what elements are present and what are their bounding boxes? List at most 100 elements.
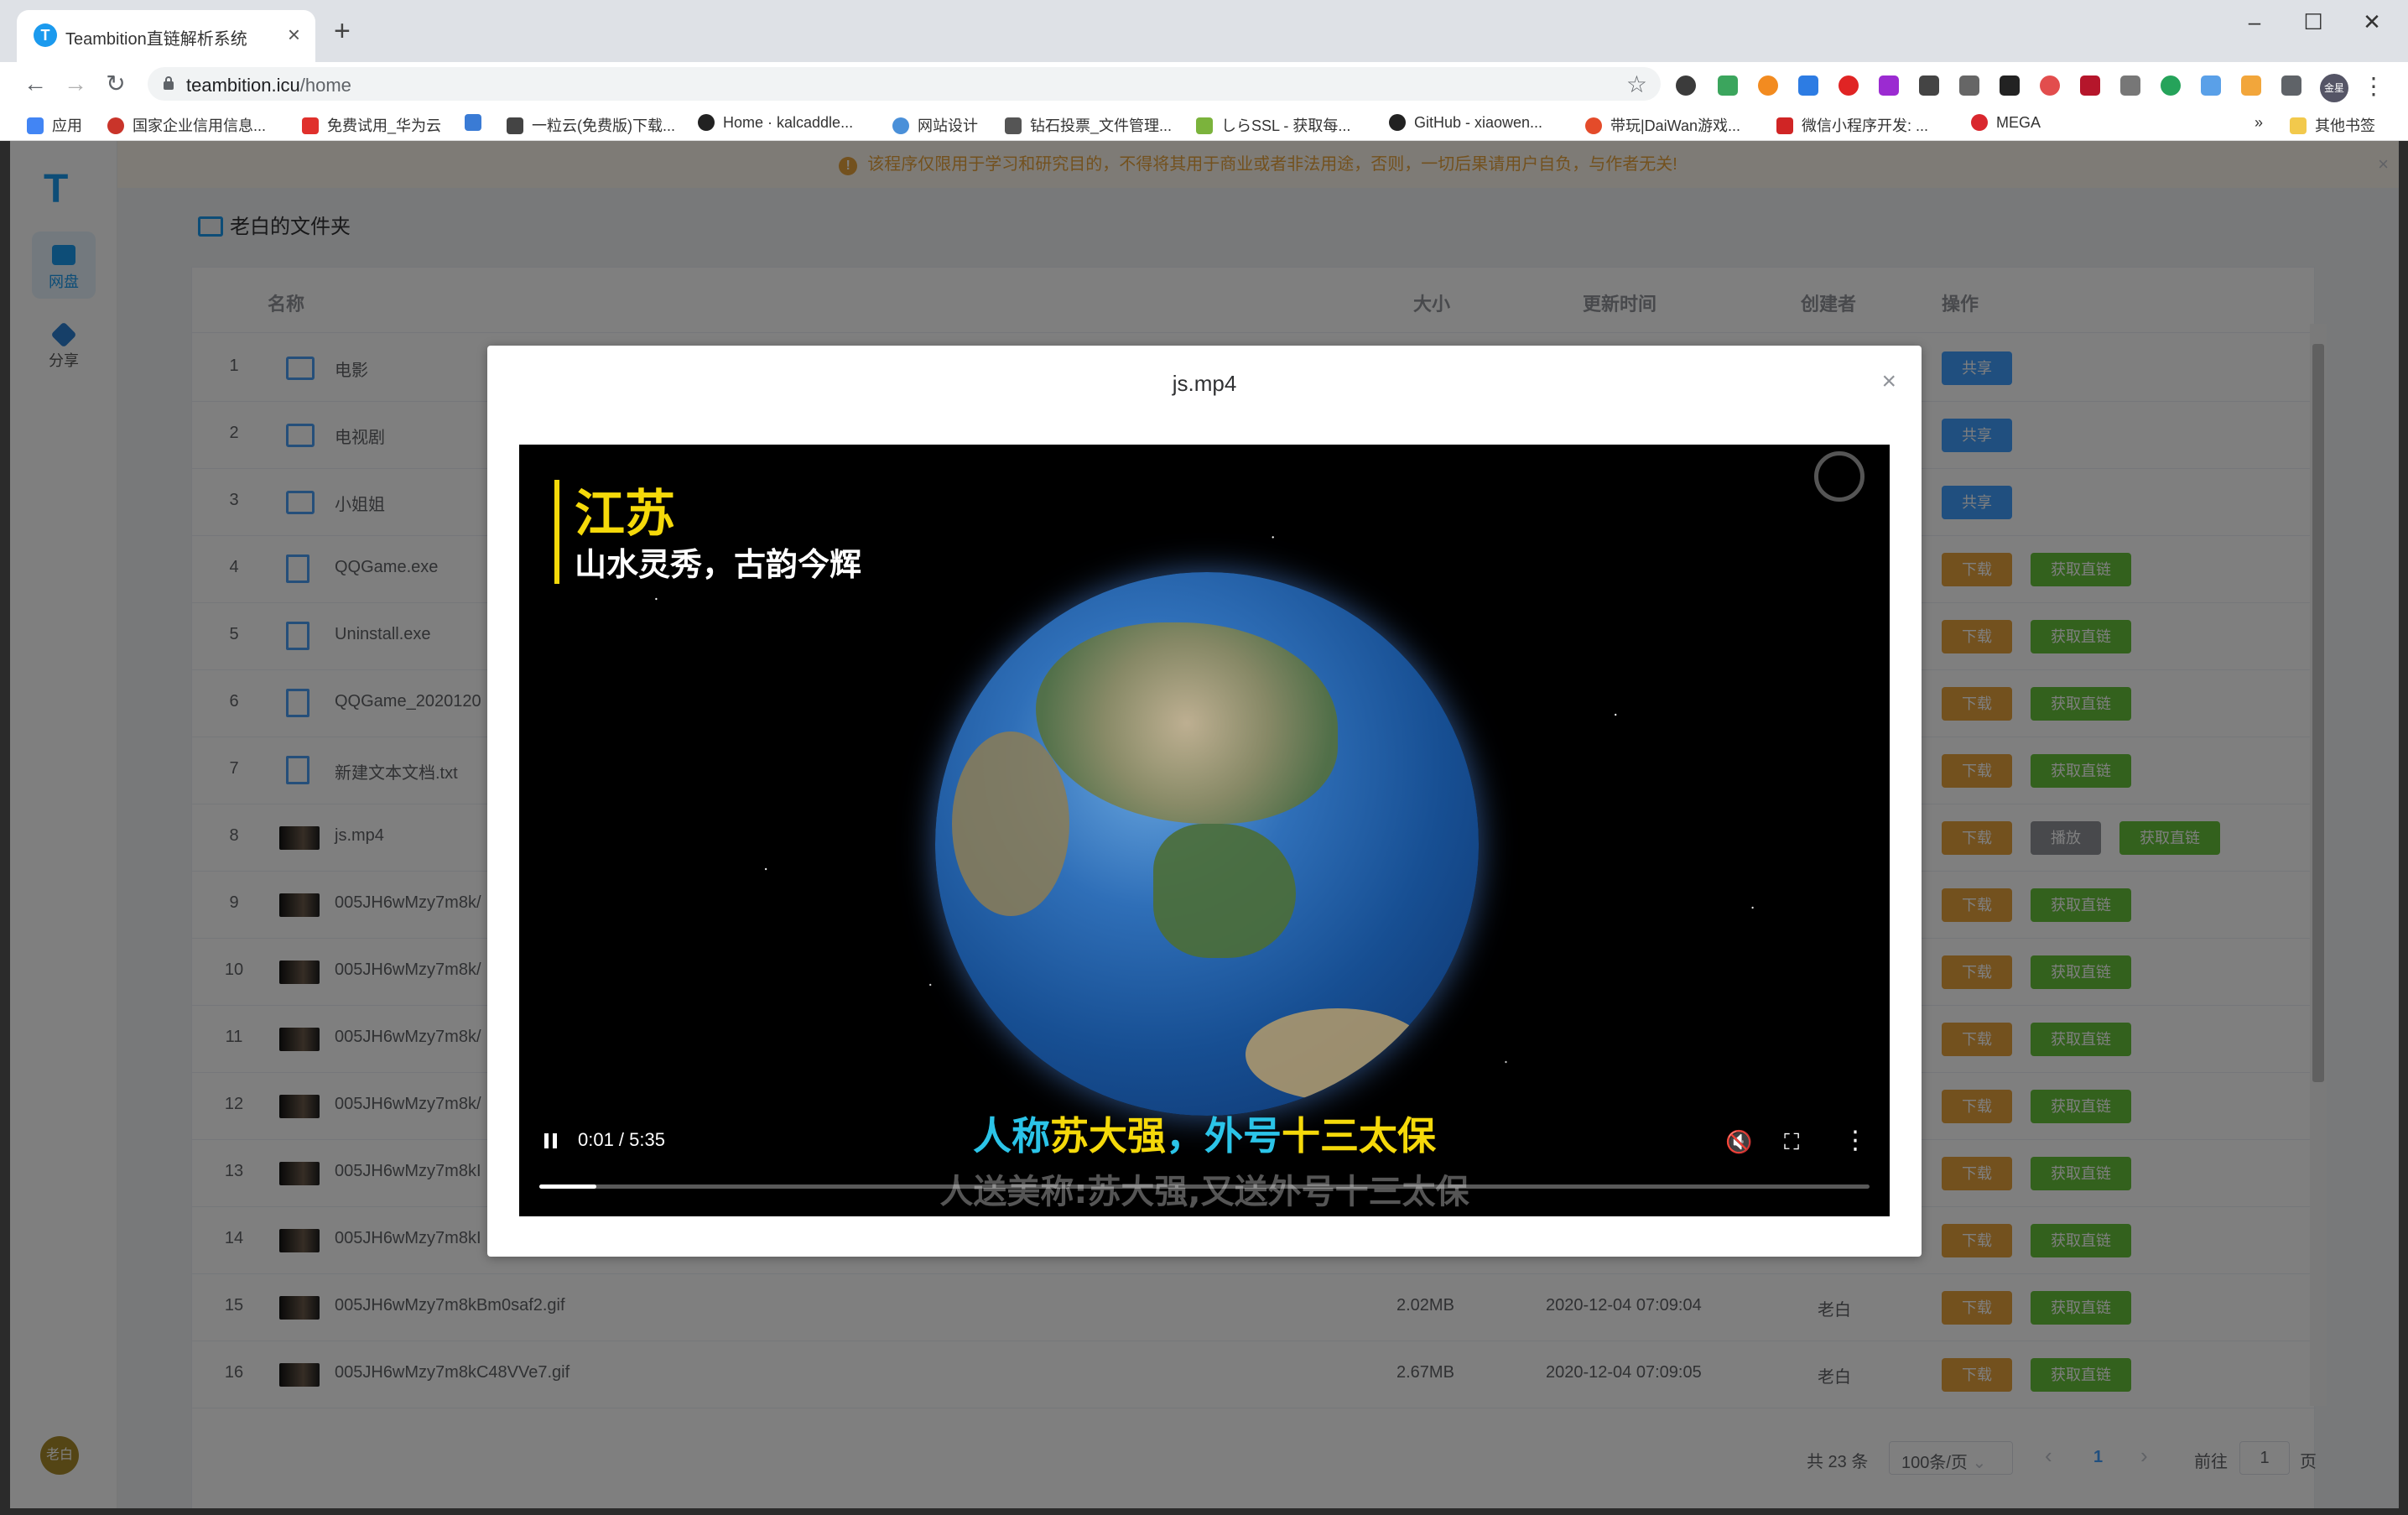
video-subtitle: 人称苏大强，外号十三太保 (519, 1106, 1890, 1161)
more-options-icon[interactable]: ⋮ (1843, 1126, 1868, 1155)
bookmark-credit[interactable]: 国家企业信用信息... (107, 114, 266, 136)
extension-vue-icon[interactable] (1718, 75, 1738, 96)
extension-new-icon[interactable] (1798, 75, 1818, 96)
extension-grammarly-icon[interactable] (1676, 75, 1696, 96)
bookmark-yiliyun[interactable]: 一粒云(免费版)下载... (507, 114, 675, 136)
video-time: 0:01 / 5:35 (578, 1129, 665, 1150)
extension-camera-icon[interactable] (2120, 75, 2140, 96)
maximize-button[interactable]: ☐ (2288, 5, 2338, 39)
browser-chrome: T Teambition直链解析系统 × + – ☐ ✕ ← → ↻ teamb… (0, 0, 2408, 141)
back-icon[interactable]: ← (20, 69, 50, 99)
cloud-icon (892, 117, 909, 134)
bookmark-other[interactable]: 其他书签 (2290, 114, 2375, 136)
extension-blue-icon[interactable] (2201, 75, 2221, 96)
extension-red-icon[interactable] (1839, 75, 1859, 96)
bookmark-label: Home · kalcaddle... (723, 114, 854, 131)
bookmark-label: 一粒云(免费版)下载... (532, 117, 675, 134)
url-text: teambition.icu/home (186, 75, 351, 96)
tab-close-icon[interactable]: × (288, 22, 300, 47)
subtitle-part: 苏大强 (1050, 1113, 1166, 1158)
mega-icon (1971, 114, 1988, 131)
bookmark-star-icon[interactable]: ☆ (1626, 70, 1647, 98)
extension-purple-icon[interactable] (1879, 75, 1899, 96)
caption-subtitle: 山水灵秀，古韵今辉 (575, 546, 862, 583)
emblem-icon (107, 117, 124, 134)
bookmark-github-xiaowen[interactable]: GitHub - xiaowen... (1389, 114, 1542, 132)
bookmark-m[interactable] (465, 114, 490, 132)
close-window-button[interactable]: ✕ (2347, 5, 2397, 39)
new-tab-button[interactable]: + (334, 17, 351, 45)
subtitle-part: 十三太保 (1282, 1113, 1436, 1158)
vote-icon (1005, 117, 1022, 134)
australia-landmass (1246, 1008, 1430, 1101)
bookmark-kalcaddle[interactable]: Home · kalcaddle... (698, 114, 853, 132)
folder-icon (2290, 117, 2307, 134)
video-progress-bar[interactable] (539, 1184, 1870, 1189)
video-progress-fill (539, 1184, 597, 1189)
bookmark-label: 应用 (52, 117, 82, 134)
bookmark-label: MEGA (1996, 114, 2041, 131)
video-player[interactable]: 江苏 山水灵秀，古韵今辉 人称苏大强，外号十三太保 人送美称:苏大强,又送外号十… (519, 445, 1890, 1216)
huawei-icon (302, 117, 319, 134)
extension-paragraph-icon[interactable] (1919, 75, 1939, 96)
browser-tab[interactable]: T Teambition直链解析系统 × (17, 10, 315, 62)
minimize-button[interactable]: – (2229, 5, 2280, 39)
fullscreen-icon[interactable]: ⛶ (1784, 1129, 1799, 1156)
extension-amber-icon[interactable] (2241, 75, 2261, 96)
close-icon[interactable]: × (1881, 367, 1896, 396)
extension-orange-icon[interactable] (1758, 75, 1778, 96)
bookmark-label: 微信小程序开发: ... (1802, 117, 1929, 134)
bookmark-label: 免费试用_华为云 (327, 117, 442, 134)
bookmark-label: しらSSL - 获取每... (1221, 117, 1351, 134)
m-icon (465, 114, 481, 131)
bookmark-web-design[interactable]: 网站设计 (892, 114, 978, 136)
asia-landmass (1036, 622, 1338, 824)
daiwan-icon (1585, 117, 1602, 134)
subtitle-part: ，外号 (1166, 1113, 1282, 1158)
url-path: /home (299, 75, 351, 96)
compass-icon (1814, 451, 1865, 502)
github-icon (1389, 114, 1406, 131)
forward-icon[interactable]: → (60, 69, 91, 99)
doc-icon (507, 117, 523, 134)
video-subtitle-secondary: 人送美称:苏大强,又送外号十三太保 (939, 1173, 1469, 1211)
bookmark-apps[interactable]: 应用 (27, 114, 82, 136)
extension-dark-icon[interactable] (2000, 75, 2020, 96)
c-icon (1776, 117, 1793, 134)
browser-toolbar: ← → ↻ teambition.icu/home ☆ 金星 ⋮ (0, 62, 2408, 106)
extension-screenshot-icon[interactable] (1959, 75, 1979, 96)
extension-record-icon[interactable] (2040, 75, 2060, 96)
teambition-favicon-icon: T (34, 23, 57, 47)
lock-icon (164, 76, 174, 90)
bookmark-ssl[interactable]: しらSSL - 获取每... (1196, 114, 1350, 136)
southeast-asia-landmass (1153, 824, 1296, 958)
bookmarks-overflow-chevron-icon[interactable]: » (2255, 114, 2263, 132)
extension-green-icon[interactable] (2161, 75, 2181, 96)
github-icon (698, 114, 715, 131)
video-dialog: js.mp4 × 江苏 山水灵秀，古韵今辉 人称苏大强，外号十三太保 人送美称:… (487, 346, 1922, 1257)
bookmark-daiwan[interactable]: 带玩|DaiWan游戏... (1585, 114, 1740, 136)
muted-volume-icon[interactable]: 🔇 (1725, 1129, 1752, 1155)
bookmark-label: 其他书签 (2315, 117, 2375, 134)
bookmark-label: 国家企业信用信息... (133, 117, 267, 134)
pause-icon[interactable] (541, 1131, 561, 1151)
bookmark-wechat-miniprogram[interactable]: 微信小程序开发: ... (1776, 114, 1928, 136)
tab-title: Teambition直链解析系统 (65, 30, 247, 49)
bookmarks-bar: 应用 国家企业信用信息... 免费试用_华为云 一粒云(免费版)下载... Ho… (0, 106, 2408, 141)
profile-avatar[interactable]: 金星 (2320, 74, 2348, 102)
caption-title: 江苏 (575, 485, 675, 544)
browser-menu-icon[interactable]: ⋮ (2362, 72, 2385, 100)
bookmark-label: 带玩|DaiWan游戏... (1610, 117, 1741, 134)
bookmark-mega[interactable]: MEGA (1971, 114, 2041, 132)
india-landmass (952, 731, 1069, 916)
extensions-puzzle-icon[interactable] (2281, 75, 2301, 96)
bookmark-label: 网站设计 (918, 117, 978, 134)
subtitle-part: 人称 (973, 1113, 1050, 1158)
bookmark-huawei[interactable]: 免费试用_华为云 (302, 114, 441, 136)
tab-strip: T Teambition直链解析系统 × + – ☐ ✕ (0, 0, 2408, 62)
reload-icon[interactable]: ↻ (101, 69, 131, 99)
caption-bar (554, 480, 559, 584)
extension-crimson-icon[interactable] (2080, 75, 2100, 96)
bookmark-vote[interactable]: 钻石投票_文件管理... (1005, 114, 1172, 136)
address-bar[interactable]: teambition.icu/home ☆ (148, 67, 1661, 101)
